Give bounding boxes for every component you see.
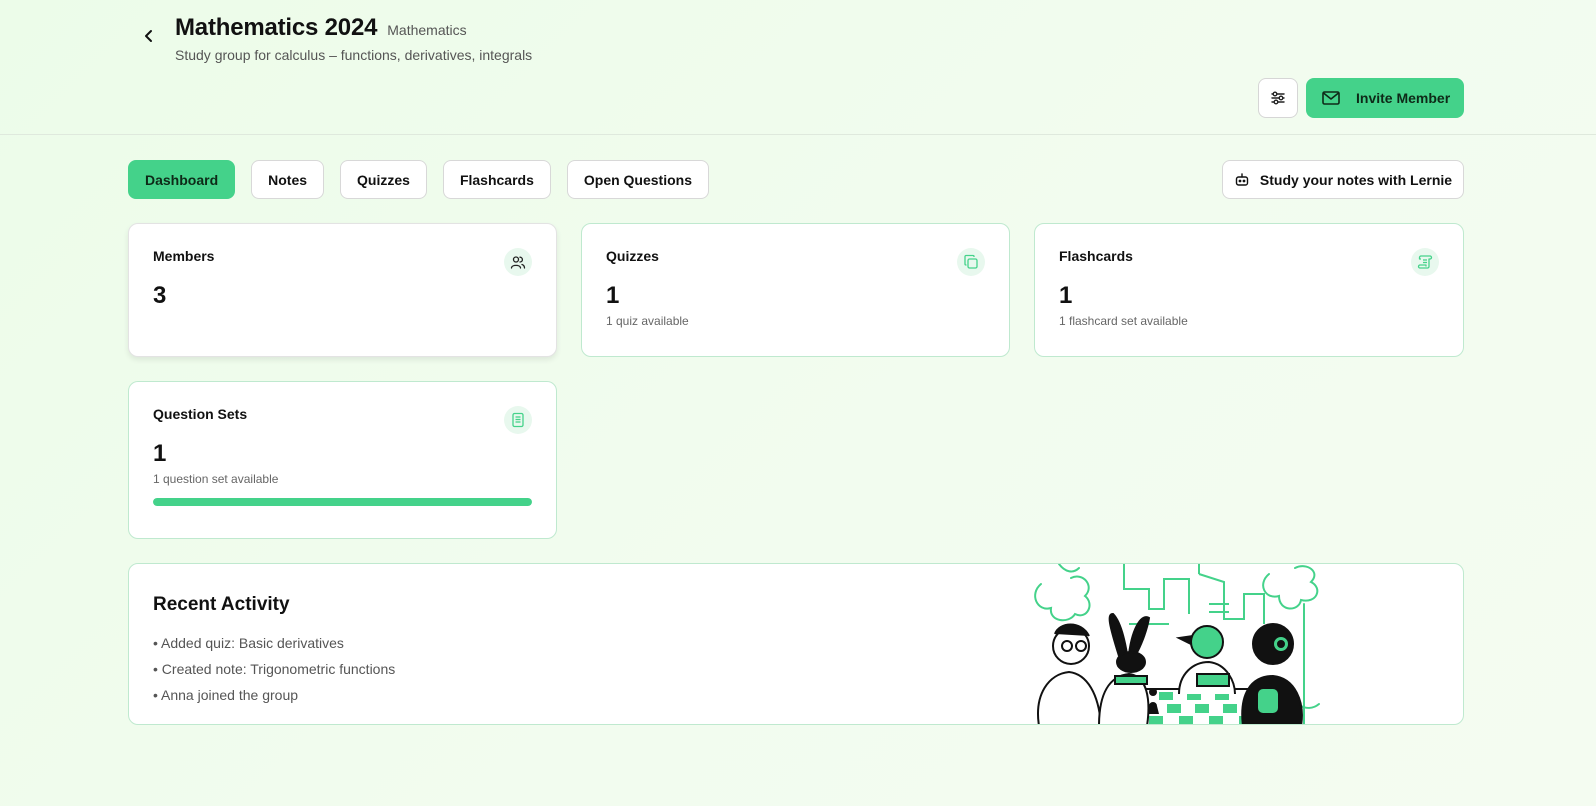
recent-activity-panel: Recent Activity • Added quiz: Basic deri… [128,563,1464,725]
list-item: • Added quiz: Basic derivatives [153,635,344,651]
subject-label: Mathematics [387,22,467,38]
tab-open-questions[interactable]: Open Questions [566,160,709,199]
flashcards-card[interactable]: Flashcards 1 1 flashcard set available [1034,223,1464,357]
study-with-lernie-button[interactable]: Study your notes with Lernie [1222,160,1464,199]
group-description: Study group for calculus – functions, de… [175,47,533,63]
question-sets-card[interactable]: Question Sets 1 1 question set available [128,381,557,539]
list-item: • Anna joined the group [153,687,299,703]
invite-member-label: Invite Member [1356,90,1451,106]
page-header: Mathematics 2024 Mathematics Study group… [0,0,1596,135]
scroll-icon [1411,248,1439,276]
quizzes-count: 1 [606,282,620,309]
question-sets-progress-fill [153,498,532,506]
question-sets-card-title: Question Sets [153,406,248,422]
flashcards-count: 1 [1059,282,1073,309]
members-card[interactable]: Members 3 [128,223,557,357]
mail-icon [1322,91,1340,105]
flashcards-subtext: 1 flashcard set available [1059,314,1188,328]
users-icon [504,248,532,276]
study-with-lernie-label: Study your notes with Lernie [1259,171,1453,188]
study-group-illustration [1034,564,1320,724]
quizzes-card-title: Quizzes [606,248,659,264]
list-item: • Created note: Trigonometric functions [153,661,396,677]
question-sets-subtext: 1 question set available [153,472,279,486]
back-button[interactable] [138,24,160,48]
tab-quizzes[interactable]: Quizzes [340,160,427,199]
question-sets-progress-bar [153,498,532,506]
sliders-icon [1271,91,1285,105]
notebook-icon [504,406,532,434]
activity-list: • Added quiz: Basic derivatives • Create… [153,630,395,708]
quizzes-subtext: 1 quiz available [606,314,689,328]
tab-notes[interactable]: Notes [251,160,325,199]
members-count: 3 [153,282,167,309]
tab-dashboard[interactable]: Dashboard [128,160,236,199]
tab-bar: Dashboard Notes Quizzes Flashcards Open … [128,160,709,199]
page-title: Mathematics 2024 [175,14,378,41]
title-block: Mathematics 2024 Mathematics Study group… [175,14,532,63]
chevron-left-icon [145,30,152,42]
copy-icon [957,248,985,276]
robot-icon [1235,172,1249,186]
flashcards-card-title: Flashcards [1059,248,1133,264]
tab-flashcards[interactable]: Flashcards [442,160,551,199]
invite-member-button[interactable]: Invite Member [1306,78,1464,118]
quizzes-card[interactable]: Quizzes 1 1 quiz available [581,223,1010,357]
recent-activity-title: Recent Activity [153,594,290,615]
members-card-title: Members [153,248,215,264]
question-sets-count: 1 [153,440,167,467]
settings-button[interactable] [1258,78,1298,118]
